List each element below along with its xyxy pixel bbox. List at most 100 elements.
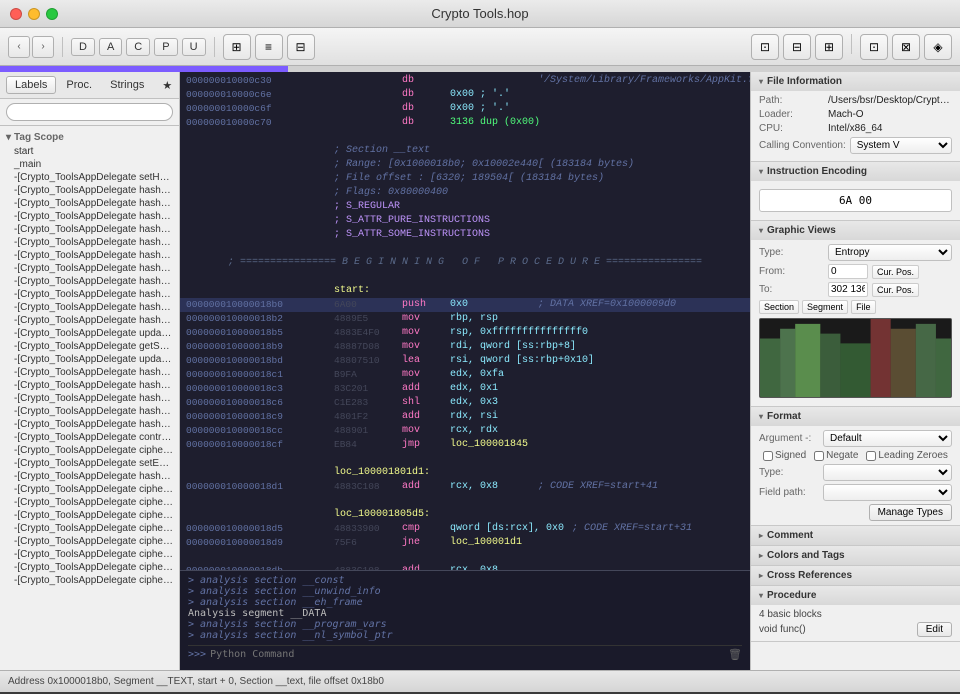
tab-proc[interactable]: Proc. (58, 77, 100, 93)
code-view[interactable]: 000000010000c30 db '/System/Library/Fram… (180, 72, 750, 570)
console-input[interactable] (210, 649, 728, 660)
code-mnemonic: add (402, 382, 442, 396)
toolbar-view-btn-4[interactable]: ⊡ (860, 34, 888, 60)
left-tree: ▾ Tag Scope start _main -[Crypto_ToolsAp… (0, 126, 179, 670)
minimize-button[interactable] (28, 8, 40, 20)
list-item[interactable]: -[Crypto_ToolsAppDelegate hashSo... (0, 379, 179, 392)
close-button[interactable] (10, 8, 22, 20)
toolbar-view-btn-5[interactable]: ⊠ (892, 34, 920, 60)
segment-button[interactable]: Segment (802, 300, 848, 314)
type-label: Type: (759, 247, 824, 258)
list-item[interactable]: -[Crypto_ToolsAppDelegate hashSH... (0, 301, 179, 314)
list-item[interactable]: -[Crypto_ToolsAppDelegate cipherin... (0, 496, 179, 509)
tab-strings[interactable]: Strings (102, 77, 152, 93)
calling-select[interactable]: System V (850, 137, 952, 154)
list-item[interactable]: -[Crypto_ToolsAppDelegate cipherin... (0, 535, 179, 548)
cpu-label: CPU: (759, 123, 824, 134)
section-button[interactable]: Section (759, 300, 799, 314)
toolbar-d-button[interactable]: D (71, 38, 95, 56)
toolbar-view-btn-1[interactable]: ⊡ (751, 34, 779, 60)
console-clear-button[interactable]: 🗑 (728, 648, 742, 661)
signed-checkbox[interactable] (763, 451, 773, 461)
list-item[interactable]: -[Crypto_ToolsAppDelegate hashSH... (0, 236, 179, 249)
list-item[interactable]: -[Crypto_ToolsAppDelegate hashMD... (0, 210, 179, 223)
list-item[interactable]: -[Crypto_ToolsAppDelegate hashMe... (0, 392, 179, 405)
list-item[interactable]: -[Crypto_ToolsAppDelegate cipherin... (0, 548, 179, 561)
graphic-views-header[interactable]: ▾ Graphic Views (751, 221, 960, 240)
code-line: ; Flags: 0x80000400 (180, 186, 750, 200)
code-mnemonic: mov (402, 312, 442, 326)
argument-select[interactable]: Default (823, 430, 952, 447)
manage-types-button[interactable]: Manage Types (869, 504, 952, 521)
toolbar-icon-3[interactable]: ⊟ (287, 34, 315, 60)
list-item[interactable]: -[Crypto_ToolsAppDelegate cipherin... (0, 522, 179, 535)
colors-tags-header[interactable]: ▸ Colors and Tags (751, 546, 960, 565)
forward-button[interactable]: › (32, 36, 54, 58)
code-operand: 0x00 ; '.' (450, 88, 530, 102)
separator-text: ; ================ B E G I N N I N G O F… (186, 256, 744, 270)
list-item[interactable]: -[Crypto_ToolsAppDelegate hashMD... (0, 223, 179, 236)
toolbar-view-btn-3[interactable]: ⊞ (815, 34, 843, 60)
list-item[interactable]: -[Crypto_ToolsAppDelegate hashSH... (0, 249, 179, 262)
list-item[interactable]: -[Crypto_ToolsAppDelegate hashFil... (0, 405, 179, 418)
file-info-header[interactable]: ▾ File Information (751, 72, 960, 91)
list-item[interactable]: -[Crypto_ToolsAppDelegate hashSH... (0, 275, 179, 288)
to-cur-pos-button[interactable]: Cur. Pos. (872, 283, 919, 297)
list-item[interactable]: -[Crypto_ToolsAppDelegate hashSH... (0, 288, 179, 301)
arrow-icon: ▾ (759, 412, 763, 421)
field-path-select[interactable] (823, 484, 952, 501)
search-input[interactable] (6, 103, 173, 121)
list-item[interactable]: -[Crypto_ToolsAppDelegate cipherin... (0, 574, 179, 587)
list-item[interactable]: -[Crypto_ToolsAppDelegate cipherin... (0, 561, 179, 574)
list-item[interactable]: -[Crypto_ToolsAppDelegate getSour... (0, 340, 179, 353)
toolbar-icon-1[interactable]: ⊞ (223, 34, 251, 60)
list-item[interactable]: -[Crypto_ToolsAppDelegate hashMD... (0, 197, 179, 210)
tree-arrow-icon: ▾ (6, 132, 11, 143)
list-item[interactable]: -[Crypto_ToolsAppDelegate setEncr... (0, 457, 179, 470)
list-item[interactable]: -[Crypto_ToolsAppDelegate hashSH... (0, 262, 179, 275)
tree-item-main[interactable]: _main (0, 158, 179, 171)
negate-checkbox[interactable] (814, 451, 824, 461)
list-item[interactable]: -[Crypto_ToolsAppDelegate setHash... (0, 171, 179, 184)
toolbar-a-button[interactable]: A (99, 38, 122, 56)
edit-button[interactable]: Edit (917, 622, 952, 637)
tab-favorites[interactable]: ★ (154, 77, 180, 94)
list-item[interactable]: -[Crypto_ToolsAppDelegate hashFilTe... (0, 470, 179, 483)
tree-item-start[interactable]: start (0, 145, 179, 158)
cross-refs-header[interactable]: ▸ Cross References (751, 566, 960, 585)
to-input[interactable] (828, 282, 868, 297)
toolbar-view-btn-6[interactable]: ◈ (924, 34, 952, 60)
from-input[interactable] (828, 264, 868, 279)
code-mnemonic: mov (402, 326, 442, 340)
back-button[interactable]: ‹ (8, 36, 30, 58)
toolbar-icon-2[interactable]: ≡ (255, 34, 283, 60)
leading-zeros-checkbox[interactable] (866, 451, 876, 461)
toolbar-p-button[interactable]: P (154, 38, 177, 56)
list-item[interactable]: -[Crypto_ToolsAppDelegate cipherin... (0, 509, 179, 522)
toolbar-c-button[interactable]: C (126, 38, 150, 56)
instruction-encoding-header[interactable]: ▾ Instruction Encoding (751, 162, 960, 181)
console-line: > analysis section __nl_symbol_ptr (188, 630, 742, 641)
toolbar-u-button[interactable]: U (182, 38, 206, 56)
file-button[interactable]: File (851, 300, 876, 314)
file-info-title: File Information (767, 76, 842, 87)
code-mnemonic: db (402, 88, 442, 102)
procedure-header[interactable]: ▾ Procedure (751, 586, 960, 605)
list-item[interactable]: -[Crypto_ToolsAppDelegate update... (0, 327, 179, 340)
list-item[interactable]: -[Crypto_ToolsAppDelegate cipherin... (0, 444, 179, 457)
toolbar-view-btn-2[interactable]: ⊟ (783, 34, 811, 60)
from-cur-pos-button[interactable]: Cur. Pos. (872, 265, 919, 279)
list-item[interactable]: -[Crypto_ToolsAppDelegate cipherin... (0, 483, 179, 496)
list-item[interactable]: -[Crypto_ToolsAppDelegate hashBro... (0, 366, 179, 379)
type-select[interactable] (823, 464, 952, 481)
tab-labels[interactable]: Labels (6, 76, 56, 94)
list-item[interactable]: -[Crypto_ToolsAppDelegate controlT... (0, 431, 179, 444)
list-item[interactable]: -[Crypto_ToolsAppDelegate update... (0, 353, 179, 366)
maximize-button[interactable] (46, 8, 58, 20)
list-item[interactable]: -[Crypto_ToolsAppDelegate hashStr... (0, 418, 179, 431)
comment-header[interactable]: ▸ Comment (751, 526, 960, 545)
list-item[interactable]: -[Crypto_ToolsAppDelegate hashSH... (0, 314, 179, 327)
entropy-type-select[interactable]: Entropy (828, 244, 952, 261)
list-item[interactable]: -[Crypto_ToolsAppDelegate hashMD... (0, 184, 179, 197)
format-header[interactable]: ▾ Format (751, 407, 960, 426)
